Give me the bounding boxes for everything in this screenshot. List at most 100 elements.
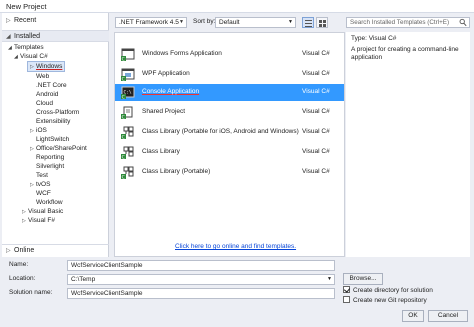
- tree-item-label: tvOS: [36, 181, 51, 188]
- tree-item-ios[interactable]: ▷ iOS: [30, 126, 47, 135]
- tree-item-label: Visual F#: [28, 217, 55, 224]
- location-value: C:\Temp: [71, 276, 96, 283]
- section-recent[interactable]: ▷ Recent: [2, 15, 109, 27]
- section-recent-label: Recent: [14, 17, 37, 24]
- checkbox-checked-icon: [343, 286, 350, 293]
- tree-item-windows[interactable]: ▷ Windows: [26, 61, 66, 72]
- windows-forms-icon: C: [121, 48, 135, 61]
- template-name: Class Library: [142, 148, 180, 155]
- tree-item-label: LightSwitch: [36, 136, 70, 143]
- template-description-text: A project for creating a command-line ap…: [351, 46, 459, 61]
- tree-item-label: Workflow: [36, 199, 63, 206]
- grid-view-icon: [319, 20, 322, 23]
- template-row-shared-project[interactable]: C Shared Project Visual C#: [115, 104, 344, 121]
- class-library-icon: C: [121, 146, 134, 159]
- template-name: Windows Forms Application: [142, 50, 222, 57]
- tree-item-label: Extensibility: [36, 118, 71, 125]
- svg-text:C: C: [122, 76, 125, 81]
- find-templates-online-link[interactable]: Click here to go online and find templat…: [175, 243, 296, 250]
- list-view-button[interactable]: [302, 17, 314, 28]
- tree-item-test[interactable]: Test: [36, 171, 48, 180]
- template-language: Visual C#: [302, 128, 330, 135]
- cancel-button[interactable]: Cancel: [428, 310, 468, 322]
- template-name: WPF Application: [142, 70, 190, 77]
- tree-item-label: Android: [36, 91, 59, 98]
- project-name-value: WcfServiceClientSample: [71, 262, 143, 269]
- grid-view-button[interactable]: [316, 17, 328, 28]
- tree-item-label: Cross-Platform: [36, 109, 80, 116]
- template-row-windows-forms[interactable]: C Windows Forms Application Visual C#: [115, 46, 344, 63]
- section-online[interactable]: ▷ Online: [2, 244, 109, 256]
- template-language: Visual C#: [302, 108, 330, 115]
- template-language: Visual C#: [302, 88, 330, 95]
- svg-text:C: C: [122, 174, 125, 179]
- create-git-repository-checkbox[interactable]: Create new Git repository: [343, 296, 427, 305]
- search-placeholder: Search Installed Templates (Ctrl+E): [350, 19, 450, 26]
- tree-item-office-sharepoint[interactable]: ▷ Office/SharePoint: [30, 144, 87, 153]
- template-row-class-library[interactable]: C Class Library Visual C#: [115, 144, 344, 161]
- grid-view-icon-cell: [323, 20, 326, 23]
- tree-item-wcf[interactable]: WCF: [36, 189, 51, 198]
- solution-name-label: Solution name:: [9, 289, 53, 296]
- template-name: Console Application: [142, 88, 200, 95]
- tree-item-web[interactable]: Web: [36, 72, 49, 81]
- template-row-class-library-portable-ios[interactable]: C Class Library (Portable for iOS, Andro…: [115, 124, 344, 141]
- tree-item-net-core[interactable]: .NET Core: [36, 81, 67, 90]
- tree-item-reporting[interactable]: Reporting: [36, 153, 64, 162]
- tree-item-label: iOS: [36, 127, 47, 134]
- name-label: Name:: [9, 261, 29, 268]
- template-language: Visual C#: [302, 70, 330, 77]
- tree-item-visual-csharp[interactable]: ◢ Visual C#: [14, 52, 48, 61]
- tree-item-cross-platform[interactable]: Cross-Platform: [36, 108, 79, 117]
- tree-item-label: Silverlight: [36, 163, 65, 170]
- dialog-body: ▷ Recent ◢ Installed ◢ Templates ◢ Visual C#…: [0, 13, 474, 327]
- svg-text:C: C: [122, 114, 125, 119]
- tree-item-label: Cloud: [36, 100, 53, 107]
- template-row-wpf[interactable]: C WPF Application Visual C#: [115, 66, 344, 83]
- collapsed-arrow-icon: ▷: [6, 18, 11, 24]
- create-directory-checkbox[interactable]: Create directory for solution: [343, 286, 433, 295]
- project-name-input[interactable]: WcfServiceClientSample: [67, 260, 335, 271]
- template-name: Class Library (Portable): [142, 168, 211, 175]
- framework-value: .NET Framework 4.5: [119, 19, 179, 26]
- chevron-down-icon: ▼: [327, 276, 332, 282]
- list-view-icon-line: [305, 23, 312, 24]
- framework-dropdown[interactable]: .NET Framework 4.5 ▼: [115, 17, 187, 28]
- tree-item-workflow[interactable]: Workflow: [36, 198, 63, 207]
- list-view-icon-line: [305, 26, 312, 27]
- tree-item-cloud[interactable]: Cloud: [36, 99, 53, 108]
- search-input[interactable]: Search Installed Templates (Ctrl+E): [346, 17, 470, 28]
- sort-dropdown[interactable]: Default ▼: [215, 17, 296, 28]
- tree-item-label: Visual Basic: [28, 208, 64, 215]
- location-input[interactable]: C:\Temp ▼: [67, 274, 335, 285]
- tree-item-label: Templates: [14, 44, 44, 51]
- tree-item-templates[interactable]: ◢ Templates: [8, 43, 44, 52]
- section-installed[interactable]: ◢ Installed: [2, 30, 109, 42]
- tree-item-extensibility[interactable]: Extensibility: [36, 117, 70, 126]
- browse-button[interactable]: Browse...: [343, 273, 383, 285]
- type-value: Visual C#: [368, 35, 397, 42]
- window-title: New Project: [6, 2, 47, 11]
- tree-item-lightswitch[interactable]: LightSwitch: [36, 135, 69, 144]
- tree-item-silverlight[interactable]: Silverlight: [36, 162, 64, 171]
- tree-item-visual-basic[interactable]: ▷ Visual Basic: [22, 207, 63, 216]
- ok-button[interactable]: OK: [402, 310, 424, 322]
- console-application-icon: C:\C: [121, 86, 135, 99]
- tree-item-label: Test: [36, 172, 48, 179]
- tree-item-label: .NET Core: [36, 82, 67, 89]
- tree-item-tvos[interactable]: ▷ tvOS: [30, 180, 50, 189]
- solution-name-input[interactable]: WcfServiceClientSample: [67, 288, 335, 299]
- template-name: Class Library (Portable for iOS, Android…: [142, 128, 299, 135]
- tree-item-visual-fsharp[interactable]: ▷ Visual F#: [22, 216, 55, 225]
- solution-name-value: WcfServiceClientSample: [71, 290, 143, 297]
- search-icon: [459, 18, 467, 27]
- tree-item-label: Office/SharePoint: [36, 145, 87, 152]
- tree-item-android[interactable]: Android: [36, 90, 58, 99]
- template-row-class-library-portable[interactable]: C Class Library (Portable) Visual C#: [115, 164, 344, 181]
- chevron-down-icon: ▼: [288, 19, 293, 25]
- template-list: C Windows Forms Application Visual C# C …: [114, 32, 345, 257]
- template-type: Type: Visual C#: [351, 35, 396, 42]
- template-language: Visual C#: [302, 50, 330, 57]
- template-category-pane: ▷ Recent ◢ Installed ◢ Templates ◢ Visual C#…: [2, 13, 109, 257]
- template-row-console-application[interactable]: C:\ C Console Application Visual C#: [115, 84, 344, 101]
